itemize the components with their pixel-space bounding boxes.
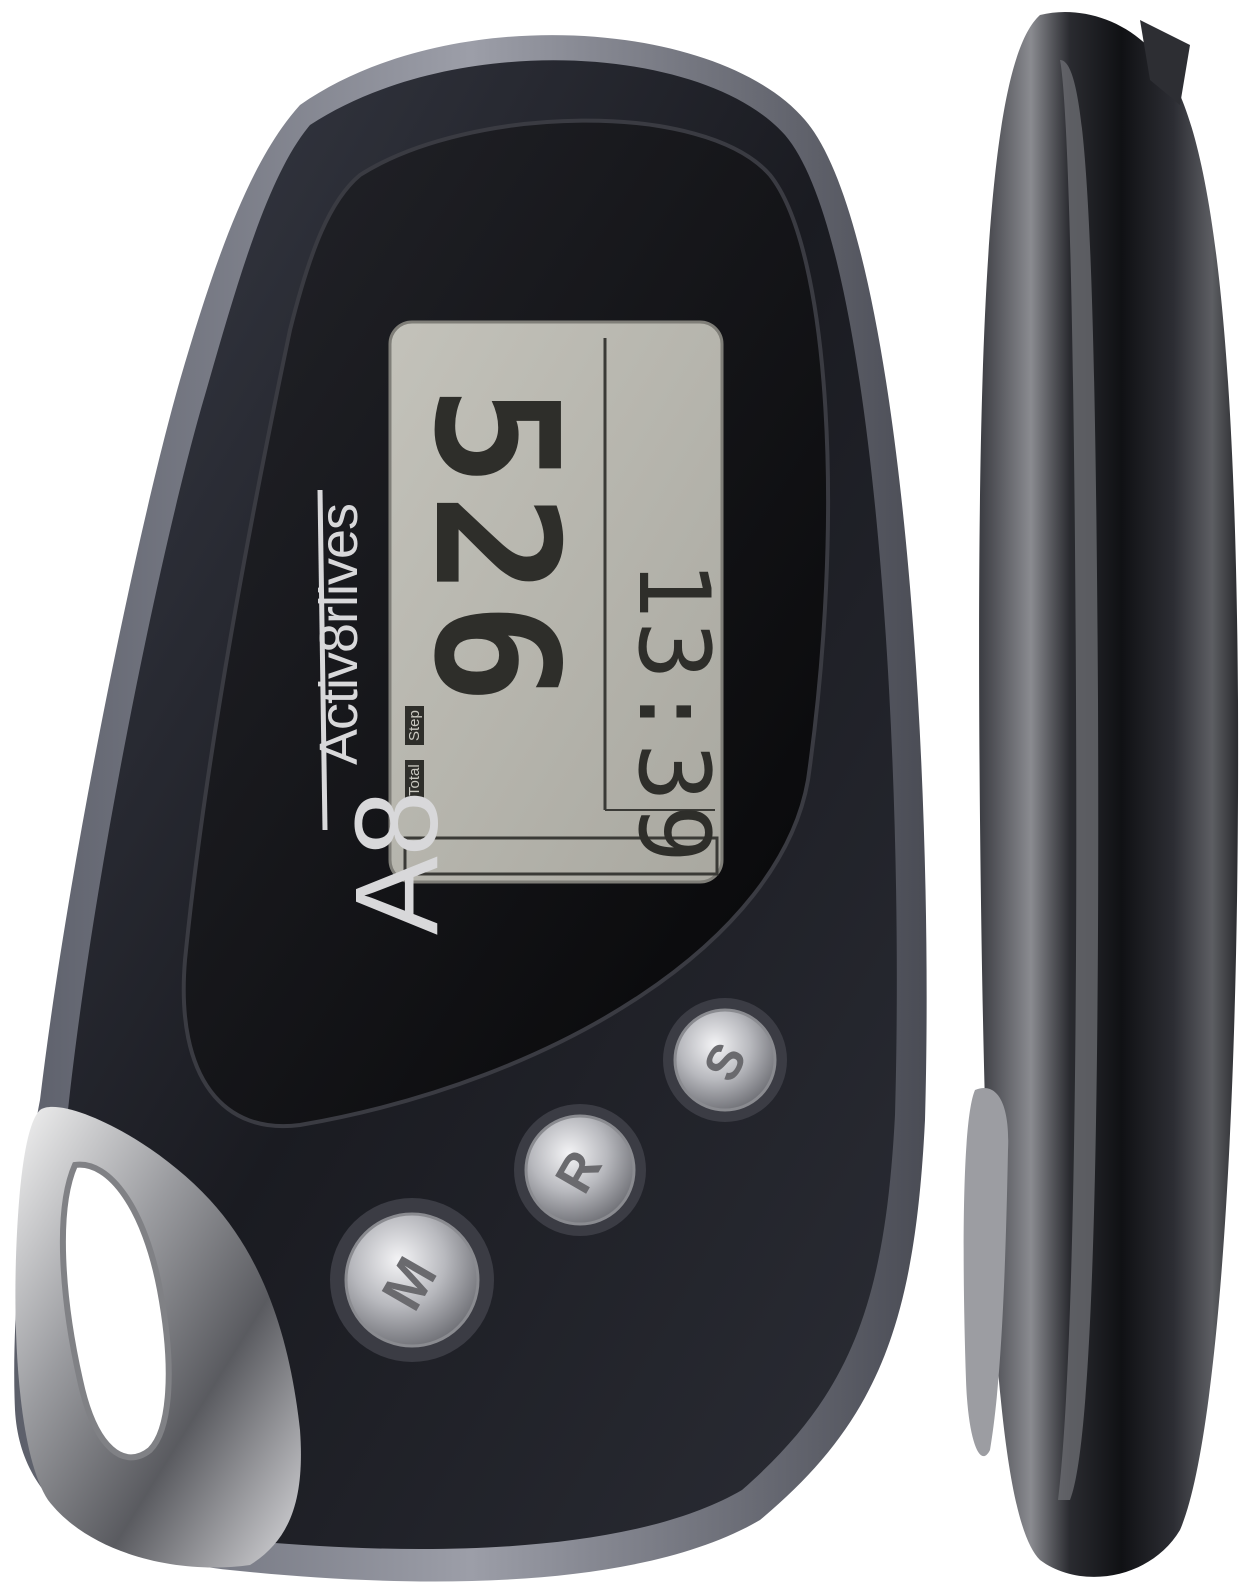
step-label: Step (405, 706, 424, 745)
product-photo: 526 13:39 Total Step A8 Activ8rlives M R… (0, 0, 1243, 1591)
pedometer-front (14, 35, 927, 1582)
brand-logo-mark: A8 (331, 790, 463, 935)
clock-readout: 13:39 (616, 560, 730, 866)
pedometer-side (963, 12, 1239, 1577)
brand-name: Activ8rlives (309, 503, 369, 765)
step-count-readout: 526 (396, 385, 594, 711)
